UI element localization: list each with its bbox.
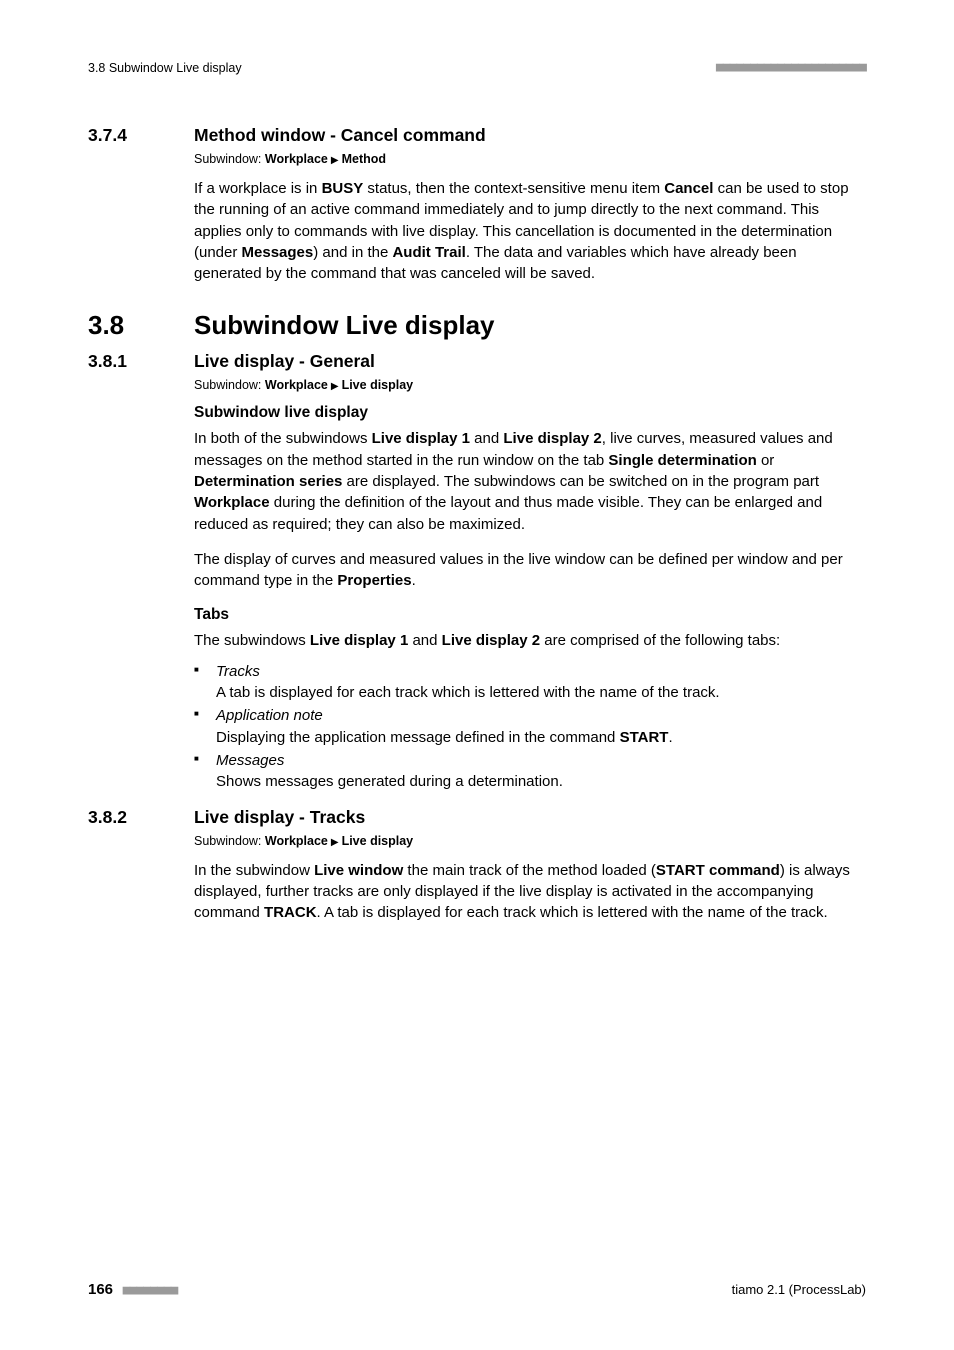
crumb-prefix: Subwindow: (194, 834, 265, 848)
crumb-prefix: Subwindow: (194, 152, 265, 166)
text-bold: START (620, 729, 669, 746)
text: and (408, 632, 441, 649)
text-bold: Live display 1 (310, 632, 408, 649)
section-number: 3.8 (88, 310, 194, 341)
list-item-title: Messages (216, 752, 284, 769)
section-3-8-1-heading: 3.8.1 Live display - General (88, 351, 866, 372)
footer-right: tiamo 2.1 (ProcessLab) (732, 1282, 866, 1297)
footer-dashes: ■■■■■■■■ (123, 1283, 178, 1298)
page: { "runhead": { "left": "3.8 Subwindow Li… (0, 0, 954, 1350)
crumb-part: Workplace (265, 834, 328, 848)
section-3-7-4-body: Subwindow: Workplace▶Method If a workpla… (194, 152, 866, 284)
crumb-part: Live display (342, 834, 414, 848)
text: . (412, 572, 416, 589)
text-bold: TRACK (264, 904, 317, 921)
section-3-7-4-heading: 3.7.4 Method window - Cancel command (88, 125, 866, 146)
list-item-desc: Shows messages generated during a determ… (216, 773, 563, 790)
list-item: Tracks A tab is displayed for each track… (194, 661, 866, 704)
text-bold: Live display 1 (372, 430, 470, 447)
crumb-part: Method (342, 152, 386, 166)
breadcrumb: Subwindow: Workplace▶Live display (194, 378, 866, 392)
text-bold: Live display 2 (503, 430, 601, 447)
text-bold: BUSY (322, 180, 364, 197)
text: during the definition of the layout and … (194, 494, 822, 532)
crumb-part: Workplace (265, 152, 328, 166)
text-bold: Determination series (194, 473, 342, 490)
list-item-desc: A tab is displayed for each track which … (216, 684, 720, 701)
text: are displayed. The subwindows can be swi… (342, 473, 819, 490)
section-title: Live display - Tracks (194, 807, 365, 828)
section-3-8-1-body: Subwindow: Workplace▶Live display Subwin… (194, 378, 866, 792)
runhead-dashes: ■■■■■■■■■■■■■■■■■■■■■■ (716, 60, 866, 75)
list-item-title: Application note (216, 707, 323, 724)
paragraph: The display of curves and measured value… (194, 549, 866, 592)
text: In the subwindow (194, 862, 314, 879)
text: the main track of the method loaded ( (403, 862, 656, 879)
list-item-title: Tracks (216, 663, 260, 680)
text-bold: Live window (314, 862, 403, 879)
text-bold: Messages (242, 244, 314, 261)
section-number: 3.7.4 (88, 125, 194, 146)
text-bold: Cancel (664, 180, 713, 197)
page-number: 166 (88, 1281, 113, 1298)
section-3-8-heading: 3.8 Subwindow Live display (88, 310, 866, 341)
runhead-left: 3.8 Subwindow Live display (88, 61, 242, 75)
chevron-right-icon: ▶ (328, 837, 342, 848)
text: status, then the context-sensitive menu … (363, 180, 664, 197)
crumb-part: Live display (342, 378, 414, 392)
section-title: Subwindow Live display (194, 310, 495, 341)
subheading: Subwindow live display (194, 404, 866, 422)
list-item-desc: Displaying the application message defin… (216, 729, 620, 746)
list-item: Messages Shows messages generated during… (194, 750, 866, 793)
section-title: Live display - General (194, 351, 375, 372)
section-number: 3.8.2 (88, 807, 194, 828)
bullet-list: Tracks A tab is displayed for each track… (194, 661, 866, 793)
subheading: Tabs (194, 606, 866, 624)
section-3-8-2-heading: 3.8.2 Live display - Tracks (88, 807, 866, 828)
text-bold: Single determination (608, 452, 756, 469)
paragraph: The subwindows Live display 1 and Live d… (194, 630, 866, 651)
text: The subwindows (194, 632, 310, 649)
text: are comprised of the following tabs: (540, 632, 780, 649)
section-3-8-2-body: Subwindow: Workplace▶Live display In the… (194, 834, 866, 924)
paragraph: In the subwindow Live window the main tr… (194, 860, 866, 924)
chevron-right-icon: ▶ (328, 381, 342, 392)
text-bold: Audit Trail (392, 244, 465, 261)
paragraph: If a workplace is in BUSY status, then t… (194, 178, 866, 284)
page-footer: 166 ■■■■■■■■ tiamo 2.1 (ProcessLab) (88, 1281, 866, 1298)
section-title: Method window - Cancel command (194, 125, 486, 146)
running-header: 3.8 Subwindow Live display ■■■■■■■■■■■■■… (88, 60, 866, 75)
paragraph: In both of the subwindows Live display 1… (194, 428, 866, 534)
text-bold: Workplace (194, 494, 270, 511)
text: In both of the subwindows (194, 430, 372, 447)
chevron-right-icon: ▶ (328, 155, 342, 166)
text: The display of curves and measured value… (194, 551, 843, 589)
text-bold: Properties (337, 572, 411, 589)
breadcrumb: Subwindow: Workplace▶Method (194, 152, 866, 166)
footer-left: 166 ■■■■■■■■ (88, 1281, 177, 1298)
list-item: Application note Displaying the applicat… (194, 705, 866, 748)
crumb-part: Workplace (265, 378, 328, 392)
text: If a workplace is in (194, 180, 322, 197)
text: . A tab is displayed for each track whic… (317, 904, 828, 921)
text-bold: Live display 2 (442, 632, 540, 649)
text-bold: START command (656, 862, 780, 879)
text: and (470, 430, 503, 447)
section-number: 3.8.1 (88, 351, 194, 372)
text: . (668, 729, 672, 746)
text: or (757, 452, 775, 469)
breadcrumb: Subwindow: Workplace▶Live display (194, 834, 866, 848)
text: ) and in the (313, 244, 392, 261)
crumb-prefix: Subwindow: (194, 378, 265, 392)
